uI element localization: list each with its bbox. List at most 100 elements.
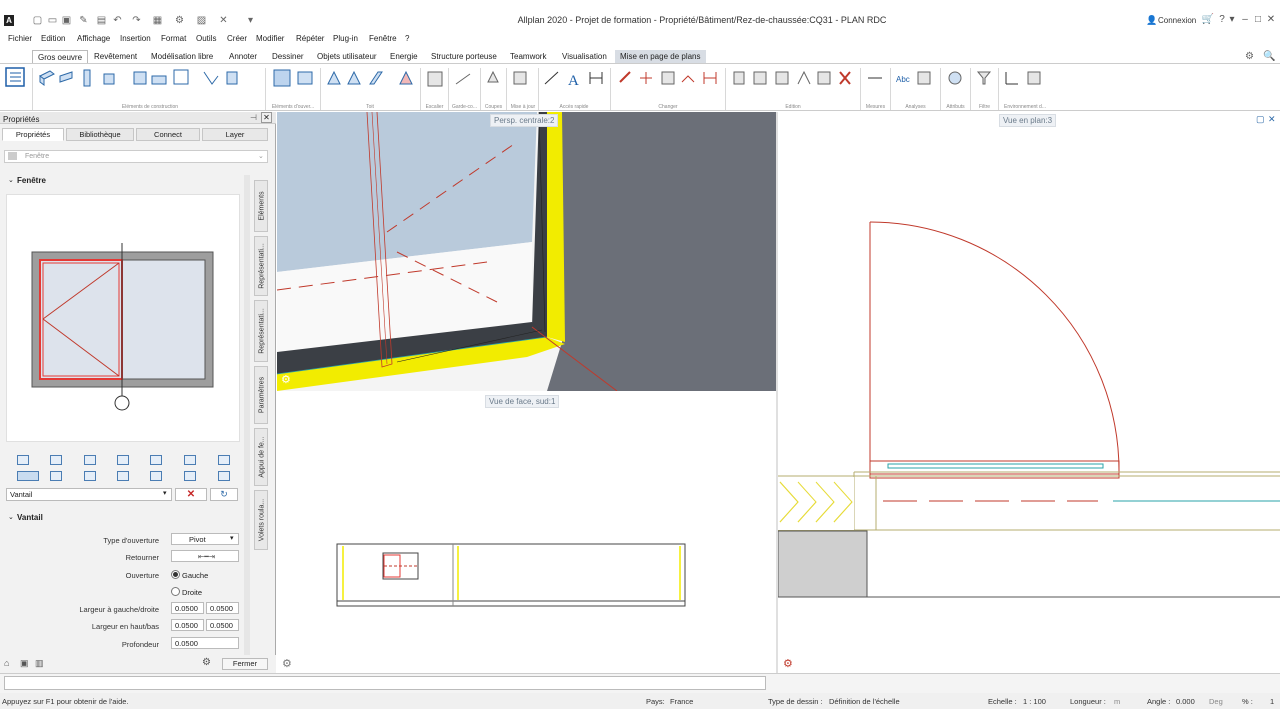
status-type-label: Type de dessin :	[768, 697, 823, 706]
tab-mise-en-page[interactable]: Mise en page de plans	[615, 50, 706, 64]
status-longueur-unit[interactable]: m	[1114, 697, 1120, 706]
viewport-label-persp[interactable]: Persp. centrale:2	[490, 114, 559, 127]
sash-type-button[interactable]	[17, 471, 39, 481]
chevron-down-icon[interactable]: ▾	[1225, 14, 1239, 25]
shape-top-button[interactable]	[117, 455, 129, 465]
sidetab-volets[interactable]: Volets roula...	[254, 490, 268, 550]
menu-outils[interactable]: Outils	[196, 34, 216, 43]
close-icon[interactable]: ✕	[1264, 14, 1278, 25]
menu-fichier[interactable]: Fichier	[8, 34, 32, 43]
viewport-face[interactable]	[277, 391, 776, 673]
shape-diag-button[interactable]	[50, 455, 62, 465]
tab-structure-porteuse[interactable]: Structure porteuse	[431, 52, 497, 61]
save-favorite-icon[interactable]: ▣	[20, 658, 29, 669]
sidetab-representation-1[interactable]: Représentati...	[254, 236, 268, 296]
tab-teamwork[interactable]: Teamwork	[510, 52, 546, 61]
sash-down-button[interactable]	[184, 471, 196, 481]
sidetab-parametres[interactable]: Paramètres	[254, 366, 268, 424]
tab-visualisation[interactable]: Visualisation	[562, 52, 607, 61]
tab-proprietes[interactable]: Propriétés	[2, 128, 64, 141]
panel-settings-icon[interactable]: ⚙	[202, 657, 211, 668]
status-type-value[interactable]: Définition de l'échelle	[829, 697, 900, 706]
shape-grid-button[interactable]	[218, 455, 230, 465]
largeur-bas-input[interactable]: 0.0500	[206, 619, 239, 631]
cart-icon[interactable]: 🛒	[1201, 14, 1215, 25]
sash-sliding-button[interactable]	[84, 471, 96, 481]
tab-dessiner[interactable]: Dessiner	[272, 52, 304, 61]
chevron-down-icon[interactable]: ▾	[163, 489, 167, 497]
tab-gros-oeuvre[interactable]: Gros oeuvre	[32, 50, 89, 64]
sidetab-appui[interactable]: Appui de fe...	[254, 428, 268, 486]
sash-lines-button[interactable]	[117, 471, 129, 481]
favorites-icon[interactable]: ⌂	[4, 658, 9, 668]
fermer-button[interactable]: Fermer	[222, 658, 268, 670]
status-echelle-value[interactable]: 1 : 100	[1023, 697, 1046, 706]
status-angle-value[interactable]: 0.000	[1176, 697, 1195, 706]
menu-edition[interactable]: Edition	[41, 34, 65, 43]
shape-rect-button[interactable]	[17, 455, 29, 465]
tab-connect[interactable]: Connect	[136, 128, 200, 141]
sash-fixed-button[interactable]	[50, 471, 62, 481]
shape-split-button[interactable]	[84, 455, 96, 465]
menu-format[interactable]: Format	[161, 34, 186, 43]
maximize-viewport-icon[interactable]: ▢	[1256, 114, 1265, 125]
menu-help[interactable]: ?	[405, 34, 409, 43]
tab-objets-utilisateur[interactable]: Objets utilisateur	[317, 52, 377, 61]
sidetab-elements[interactable]: Eléments	[254, 180, 268, 232]
minimize-icon[interactable]: –	[1238, 14, 1252, 25]
collapse-icon[interactable]: ⌄	[8, 176, 14, 184]
search-icon[interactable]: 🔍	[1263, 51, 1275, 62]
maximize-icon[interactable]: □	[1251, 14, 1265, 25]
menu-insertion[interactable]: Insertion	[120, 34, 151, 43]
refresh-component-button[interactable]: ↻	[210, 488, 238, 501]
element-type-combo[interactable]: Fenêtre	[4, 150, 268, 163]
chevron-down-icon[interactable]: ▾	[230, 534, 234, 542]
viewport-label-face[interactable]: Vue de face, sud:1	[485, 395, 560, 408]
largeur-gauche-input[interactable]: 0.0500	[171, 602, 204, 614]
radio-gauche[interactable]	[171, 570, 180, 579]
collapse-icon[interactable]: ⌄	[8, 513, 14, 521]
sash-x-button[interactable]	[218, 471, 230, 481]
delete-component-button[interactable]: ✕	[175, 488, 207, 501]
shape-horizontal-button[interactable]	[184, 455, 196, 465]
menu-fenetre[interactable]: Fenêtre	[369, 34, 397, 43]
ribbon-settings-icon[interactable]: ⚙	[1245, 51, 1254, 62]
viewport-plan[interactable]	[777, 112, 1280, 673]
tab-annoter[interactable]: Annoter	[229, 52, 257, 61]
command-input[interactable]	[4, 676, 766, 690]
sash-cross-button[interactable]	[150, 471, 162, 481]
menu-modifier[interactable]: Modifier	[256, 34, 284, 43]
tab-layer[interactable]: Layer	[202, 128, 268, 141]
component-select[interactable]: Vantail	[6, 488, 172, 501]
shape-double-button[interactable]	[150, 455, 162, 465]
panel-scrollbar[interactable]	[244, 175, 250, 657]
viewport-settings-icon[interactable]: ⚙	[282, 657, 292, 670]
viewport-perspective[interactable]	[277, 112, 776, 391]
menu-affichage[interactable]: Affichage	[77, 34, 110, 43]
tab-energie[interactable]: Energie	[390, 52, 418, 61]
type-ouverture-select[interactable]: Pivot	[171, 533, 239, 545]
sidetab-representation-2[interactable]: Représentati...	[254, 300, 268, 362]
menu-repeter[interactable]: Répéter	[296, 34, 324, 43]
largeur-haut-input[interactable]: 0.0500	[171, 619, 204, 631]
status-angle-unit[interactable]: Deg	[1209, 697, 1223, 706]
tab-revetement[interactable]: Revêtement	[94, 52, 137, 61]
menu-plugin[interactable]: Plug-in	[333, 34, 358, 43]
connexion-link[interactable]: Connexion	[1158, 16, 1196, 25]
layout-icon[interactable]: ▥	[35, 658, 44, 669]
largeur-droite-input[interactable]: 0.0500	[206, 602, 239, 614]
retourner-button[interactable]: ⇤━⇥	[171, 550, 239, 562]
menu-creer[interactable]: Créer	[227, 34, 247, 43]
close-viewport-icon[interactable]: ✕	[1268, 114, 1276, 125]
profondeur-input[interactable]: 0.0500	[171, 637, 239, 649]
viewport-label-plan[interactable]: Vue en plan:3	[999, 114, 1057, 127]
status-pct-value[interactable]: 1	[1270, 697, 1274, 706]
radio-droite[interactable]	[171, 587, 180, 596]
tab-bibliotheque[interactable]: Bibliothèque	[66, 128, 134, 141]
chevron-down-icon[interactable]: ⌄	[258, 152, 264, 160]
viewport-settings-icon[interactable]: ⚙	[783, 657, 793, 670]
pin-icon[interactable]: ⊣	[250, 113, 257, 122]
tab-modelisation-libre[interactable]: Modélisation libre	[151, 52, 213, 61]
viewport-settings-icon[interactable]: ⚙	[281, 373, 291, 386]
panel-close-icon[interactable]: ✕	[261, 112, 272, 123]
